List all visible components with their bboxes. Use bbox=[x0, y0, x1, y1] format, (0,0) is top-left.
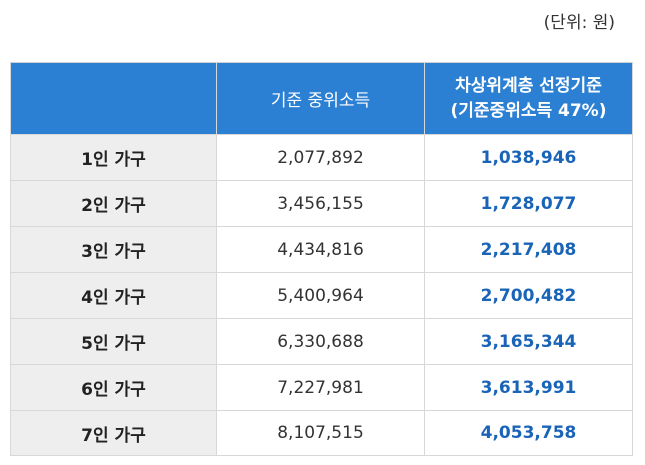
household-size: 4인 가구 bbox=[10, 272, 217, 319]
threshold-value: 1,038,946 bbox=[424, 134, 633, 181]
median-income-value: 3,456,155 bbox=[216, 180, 425, 227]
household-size: 2인 가구 bbox=[10, 180, 217, 227]
household-size: 5인 가구 bbox=[10, 318, 217, 365]
header-median-income: 기준 중위소득 bbox=[216, 62, 425, 135]
household-size: 7인 가구 bbox=[10, 410, 217, 456]
table-row: 5인 가구 6,330,688 3,165,344 bbox=[10, 318, 633, 365]
header-household-cell bbox=[10, 62, 217, 135]
median-income-value: 6,330,688 bbox=[216, 318, 425, 365]
household-size: 1인 가구 bbox=[10, 134, 217, 181]
threshold-value: 4,053,758 bbox=[424, 410, 633, 456]
threshold-value: 1,728,077 bbox=[424, 180, 633, 227]
header-threshold: 차상위계층 선정기준 (기준중위소득 47%) bbox=[424, 62, 633, 135]
threshold-value: 3,613,991 bbox=[424, 364, 633, 411]
unit-note: (단위: 원) bbox=[543, 13, 615, 33]
threshold-value: 2,217,408 bbox=[424, 226, 633, 273]
header-threshold-title: 차상위계층 선정기준 bbox=[455, 75, 602, 96]
table-row: 1인 가구 2,077,892 1,038,946 bbox=[10, 134, 633, 181]
header-threshold-subtitle: (기준중위소득 47%) bbox=[450, 100, 607, 121]
table-row: 3인 가구 4,434,816 2,217,408 bbox=[10, 226, 633, 273]
threshold-value: 2,700,482 bbox=[424, 272, 633, 319]
median-income-value: 7,227,981 bbox=[216, 364, 425, 411]
income-criteria-table: 기준 중위소득 차상위계층 선정기준 (기준중위소득 47%) 1인 가구 2,… bbox=[10, 62, 633, 456]
table-row: 6인 가구 7,227,981 3,613,991 bbox=[10, 364, 633, 411]
median-income-value: 8,107,515 bbox=[216, 410, 425, 456]
table-row: 4인 가구 5,400,964 2,700,482 bbox=[10, 272, 633, 319]
table-row: 7인 가구 8,107,515 4,053,758 bbox=[10, 410, 633, 456]
table-header-row: 기준 중위소득 차상위계층 선정기준 (기준중위소득 47%) bbox=[10, 62, 633, 135]
household-size: 3인 가구 bbox=[10, 226, 217, 273]
threshold-value: 3,165,344 bbox=[424, 318, 633, 365]
table-row: 2인 가구 3,456,155 1,728,077 bbox=[10, 180, 633, 227]
household-size: 6인 가구 bbox=[10, 364, 217, 411]
median-income-value: 5,400,964 bbox=[216, 272, 425, 319]
median-income-value: 4,434,816 bbox=[216, 226, 425, 273]
median-income-value: 2,077,892 bbox=[216, 134, 425, 181]
